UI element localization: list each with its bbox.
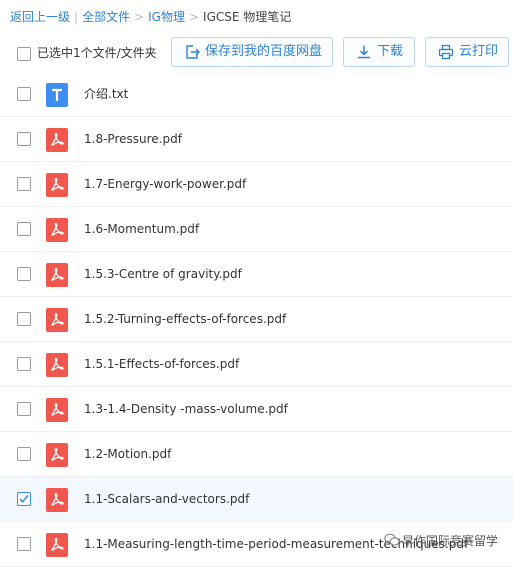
save-icon xyxy=(186,45,200,59)
pdf-file-icon xyxy=(46,173,68,197)
download-icon xyxy=(358,45,370,59)
file-row[interactable]: 1.5.2-Turning-effects-of-forces.pdf xyxy=(0,297,513,342)
file-checkbox[interactable] xyxy=(17,267,31,281)
file-checkbox[interactable] xyxy=(17,87,31,101)
file-checkbox[interactable] xyxy=(17,492,31,506)
text-file-icon xyxy=(46,83,68,107)
breadcrumb-current-folder: IGCSE 物理笔记 xyxy=(203,10,292,24)
file-row[interactable]: 1.5.1-Effects-of-forces.pdf xyxy=(0,342,513,387)
file-name[interactable]: 1.3-1.4-Density -mass-volume.pdf xyxy=(84,400,288,418)
file-name[interactable]: 1.5.1-Effects-of-forces.pdf xyxy=(84,355,239,373)
breadcrumb-folder-link[interactable]: IG物理 xyxy=(148,10,185,24)
download-button[interactable]: 下载 xyxy=(343,37,415,67)
file-row[interactable]: 1.7-Energy-work-power.pdf xyxy=(0,162,513,207)
printer-icon xyxy=(438,44,454,60)
select-all-checkbox[interactable] xyxy=(17,47,31,61)
pdf-file-icon xyxy=(46,308,68,332)
file-checkbox[interactable] xyxy=(17,312,31,326)
selection-count-label: 已选中1个文件/文件夹 xyxy=(37,46,157,60)
back-link[interactable]: 返回上一级 xyxy=(10,10,70,24)
file-name[interactable]: 1.5.2-Turning-effects-of-forces.pdf xyxy=(84,310,286,328)
file-name[interactable]: 1.7-Energy-work-power.pdf xyxy=(84,175,246,193)
save-button-label: 保存到我的百度网盘 xyxy=(205,44,323,59)
pdf-file-icon xyxy=(46,128,68,152)
file-name[interactable]: 1.1-Scalars-and-vectors.pdf xyxy=(84,490,249,508)
pdf-file-icon xyxy=(46,353,68,377)
file-name[interactable]: 1.6-Momentum.pdf xyxy=(84,220,199,238)
file-row[interactable]: 1.1-Scalars-and-vectors.pdf xyxy=(0,477,513,522)
file-checkbox[interactable] xyxy=(17,177,31,191)
pdf-file-icon xyxy=(46,443,68,467)
wechat-icon xyxy=(384,533,400,546)
print-button-label: 云打印 xyxy=(459,44,499,59)
file-name[interactable]: 1.2-Motion.pdf xyxy=(84,445,171,463)
breadcrumb-separator: > xyxy=(188,10,200,24)
file-checkbox[interactable] xyxy=(17,537,31,551)
file-row[interactable]: 1.8-Pressure.pdf xyxy=(0,117,513,162)
file-row[interactable]: 1.6-Momentum.pdf xyxy=(0,207,513,252)
file-row[interactable]: 1.3-1.4-Density -mass-volume.pdf xyxy=(0,387,513,432)
breadcrumb-separator: > xyxy=(134,10,145,24)
cloud-print-button[interactable]: 云打印 xyxy=(425,37,509,67)
watermark-text: 早作国际竞赛留学 xyxy=(402,534,499,548)
pdf-file-icon xyxy=(46,533,68,557)
file-checkbox[interactable] xyxy=(17,222,31,236)
file-name[interactable]: 1.8-Pressure.pdf xyxy=(84,130,182,148)
breadcrumb-separator: | xyxy=(74,10,79,24)
toolbar: 已选中1个文件/文件夹 保存到我的百度网盘 下载 云打印 xyxy=(0,37,513,69)
file-name[interactable]: 1.5.3-Centre of gravity.pdf xyxy=(84,265,242,283)
pdf-file-icon xyxy=(46,398,68,422)
breadcrumb: 返回上一级 | 全部文件 > IG物理 > IGCSE 物理笔记 xyxy=(10,8,291,26)
pdf-file-icon xyxy=(46,488,68,512)
pdf-file-icon xyxy=(46,218,68,242)
file-checkbox[interactable] xyxy=(17,402,31,416)
file-checkbox[interactable] xyxy=(17,447,31,461)
file-name[interactable]: 介绍.txt xyxy=(84,85,128,103)
file-checkbox[interactable] xyxy=(17,357,31,371)
check-icon xyxy=(19,494,29,504)
file-checkbox[interactable] xyxy=(17,132,31,146)
file-row[interactable]: 1.5.3-Centre of gravity.pdf xyxy=(0,252,513,297)
breadcrumb-all-files-link[interactable]: 全部文件 xyxy=(82,10,130,24)
save-to-netdisk-button[interactable]: 保存到我的百度网盘 xyxy=(171,37,333,67)
download-button-label: 下载 xyxy=(377,44,404,59)
file-row[interactable]: 1.2-Motion.pdf xyxy=(0,432,513,477)
file-row[interactable]: 介绍.txt xyxy=(0,72,513,117)
pdf-file-icon xyxy=(46,263,68,287)
